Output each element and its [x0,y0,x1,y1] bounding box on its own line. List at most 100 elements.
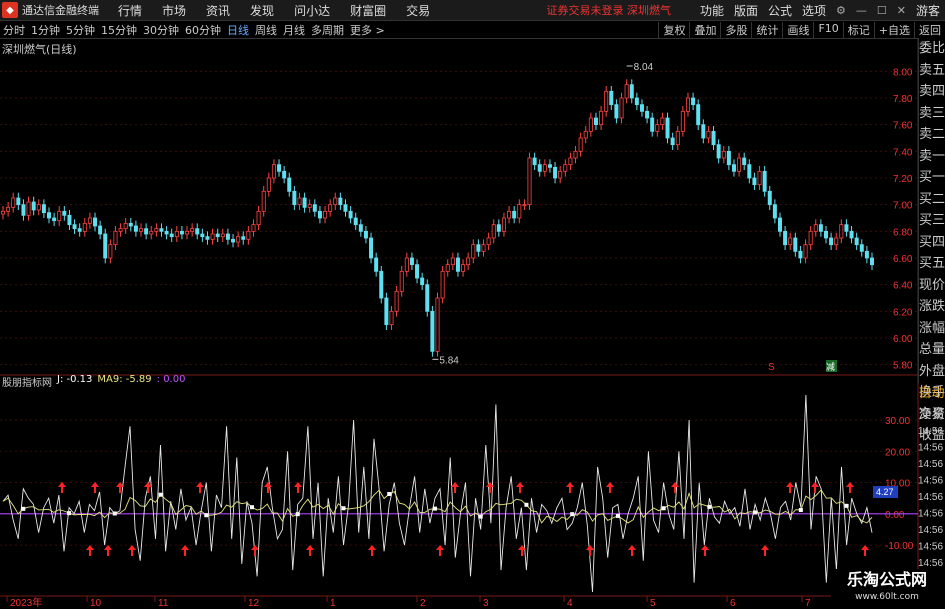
tf-5min[interactable]: 5分钟 [63,22,98,38]
btn-f10[interactable]: F10 [813,22,842,38]
ma-marker [387,492,392,497]
candle-body [650,117,655,132]
candle-body [82,222,87,232]
tf-15min[interactable]: 15分钟 [98,22,140,38]
candle-body [67,214,72,226]
candle-body [563,164,568,172]
candle-body [870,257,875,266]
ma-marker [158,492,163,497]
close-icon[interactable]: ✕ [892,4,911,17]
menu-trade[interactable]: 交易 [396,2,440,19]
trade-label[interactable]: 交易 [918,404,945,425]
tf-intraday[interactable]: 分时 [0,22,28,38]
menu-quotes[interactable]: 行情 [108,2,152,19]
time-label: 14:56 [918,558,943,569]
candle-body [11,197,16,208]
candle-body [834,237,839,246]
quote-label: 卖三 [919,105,945,121]
tf-60min[interactable]: 60分钟 [182,22,224,38]
candle-body [660,117,665,126]
tf-multi[interactable]: 多周期 [308,22,347,38]
candle-body [731,164,736,172]
candle-body [87,217,92,224]
btn-draw[interactable]: 画线 [782,22,813,38]
x-tick-label: 2 [420,598,426,609]
candle-body [205,236,210,240]
candle-body [691,97,696,106]
tf-30min[interactable]: 30分钟 [140,22,182,38]
candle-body [542,164,547,172]
candle-body [282,170,287,179]
x-tick-label: 3 [483,598,489,609]
quote-label: 卖五 [919,62,945,78]
x-tick-label: 10 [90,598,102,609]
menu-discover[interactable]: 发现 [240,2,284,19]
candle-body [568,157,573,166]
menu-layout[interactable]: 版面 [729,2,763,19]
candle-body [737,157,742,172]
menu-bar: ◆ 通达信金融终端 行情 市场 资讯 发现 问小达 财富圈 交易 证券交易未登录… [0,0,945,21]
ma-marker [570,512,575,517]
btn-adjust[interactable]: 复权 [658,22,689,38]
menu-community[interactable]: 财富圈 [340,2,396,19]
guest-label[interactable]: 游客 [911,2,945,19]
menu-ask[interactable]: 问小达 [284,2,340,19]
login-warning: 证券交易未登录 深圳燃气 [546,4,671,17]
btn-overlay[interactable]: 叠加 [689,22,720,38]
candle-body [655,124,660,132]
candle-body [307,204,312,208]
btn-mark[interactable]: 标记 [842,22,874,38]
candle-body [190,228,195,232]
settings-icon[interactable]: ⚙ [831,4,851,17]
btn-add-watchlist[interactable]: +自选 [873,22,914,38]
tf-1min[interactable]: 1分钟 [28,22,63,38]
tf-daily[interactable]: 日线 [224,22,252,38]
candle-body [343,204,348,212]
btn-multi-stock[interactable]: 多股 [720,22,751,38]
candle-body [200,233,205,238]
s-marker: S [768,362,775,373]
price-tick-label: 7.20 [893,174,913,185]
menu-formula[interactable]: 公式 [763,2,797,19]
menu-market[interactable]: 市场 [152,2,196,19]
indicator-name[interactable]: 股朋指标网 [2,374,52,389]
candle-body [762,170,767,192]
candle-body [333,197,338,206]
buy-arrow [786,482,794,493]
menu-news[interactable]: 资讯 [196,2,240,19]
candle-body [445,264,450,272]
price-tick-label: 8.00 [893,67,913,78]
btn-back[interactable]: 返回 [914,22,945,38]
tf-monthly[interactable]: 月线 [280,22,308,38]
candle-body [798,250,803,259]
btn-stats[interactable]: 统计 [751,22,782,38]
maximize-icon[interactable]: ☐ [872,4,892,17]
candle-body [246,230,251,240]
price-tick-label: 7.60 [893,121,913,132]
candle-body [358,224,363,232]
sell-arrow [701,545,709,556]
tf-more[interactable]: 更多 > [347,22,388,38]
candle-body [624,84,629,99]
sell-arrow [86,545,94,556]
sell-arrow [306,545,314,556]
candle-body [486,237,491,246]
app-logo-icon: ◆ [2,2,18,18]
menu-options[interactable]: 选项 [797,2,831,19]
ma-marker [478,514,483,519]
candle-body [139,228,144,232]
candle-body [26,201,31,216]
auto-trade-label[interactable]: 自动 [918,383,945,404]
minimize-icon[interactable]: — [851,4,872,17]
candle-body [16,197,21,206]
chart-toolbar: 复权 叠加 多股 统计 画线 F10 标记 +自选 返回 [658,22,945,38]
candle-body [864,250,869,259]
current-indicator-value: 4.27 [876,487,894,497]
menu-function[interactable]: 功能 [695,2,729,19]
candle-body [588,117,593,132]
x-tick-label: 7 [805,598,811,609]
ma-marker [615,513,620,518]
tf-weekly[interactable]: 周线 [252,22,280,38]
candle-body [159,228,164,232]
candle-body [389,310,394,326]
